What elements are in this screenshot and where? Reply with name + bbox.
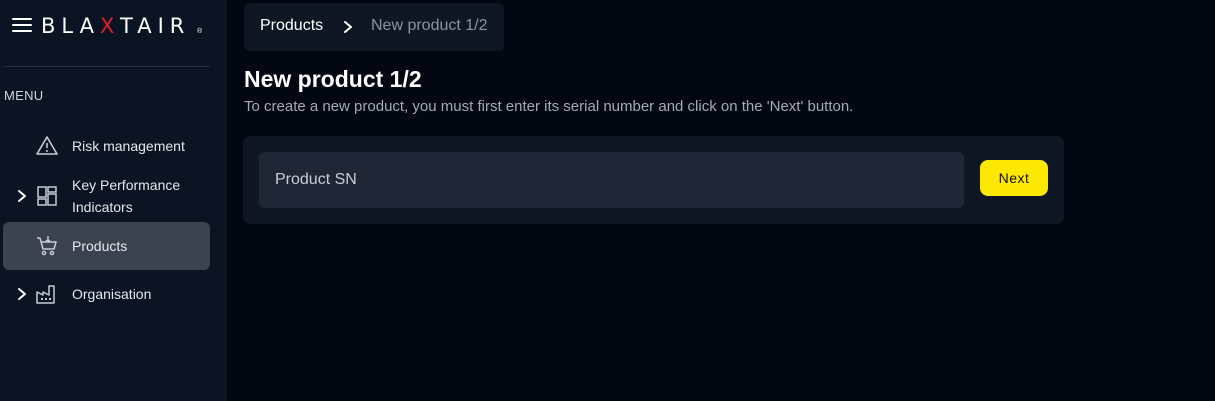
chevron-right-icon[interactable] [15,287,29,301]
sidebar-item-label: Risk management [72,138,185,154]
breadcrumb-current: New product 1/2 [371,17,488,34]
hamburger-menu-icon[interactable] [12,16,34,34]
sidebar-divider [4,66,210,67]
sidebar-item-risk-management[interactable]: Risk management [3,132,210,160]
sidebar-item-label: Products [72,238,128,254]
sidebar: BLAXTAIR ® MENU Risk management Key Perf… [0,0,227,401]
sidebar-item-kpi[interactable]: Key Performance Indicators [3,174,210,218]
sidebar-item-label: Key Performance Indicators [72,177,181,215]
breadcrumb-products-link[interactable]: Products [260,17,323,35]
chevron-right-icon [344,21,352,33]
page-title: New product 1/2 [244,66,422,92]
logo-registered-mark: ® [197,28,203,35]
cart-icon [37,236,57,256]
menu-label: MENU [4,88,44,103]
blaxtair-logo: BLAXTAIR ® [41,14,207,38]
sidebar-item-organisation[interactable]: Organisation [3,280,210,308]
next-button[interactable]: Next [980,160,1048,196]
breadcrumb: Products New product 1/2 [244,3,504,51]
warning-triangle-icon [36,136,58,155]
factory-icon [36,285,55,304]
dashboard-grid-icon [37,186,57,206]
chevron-right-icon[interactable] [15,189,29,203]
sidebar-item-label: Organisation [72,286,152,302]
product-sn-card: Next [243,136,1064,224]
sidebar-header: BLAXTAIR ® [0,0,227,52]
logo-text: BLAXTAIR [41,14,191,38]
page-subtitle: To create a new product, you must first … [244,98,854,115]
sidebar-item-products[interactable]: Products [3,222,210,270]
product-sn-input[interactable] [259,152,964,208]
